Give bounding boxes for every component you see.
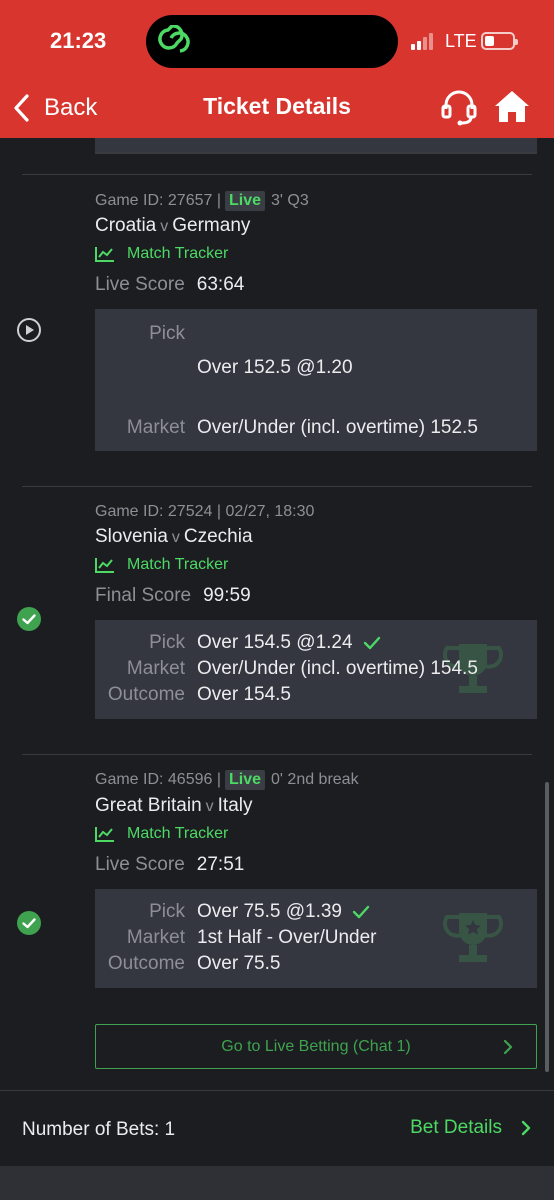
chevron-right-icon bbox=[521, 1120, 531, 1136]
pick-value: Over 75.5 @1.39 bbox=[197, 901, 342, 922]
pick-box: Pick Over 152.5 @1.20 Market Over/Under … bbox=[95, 309, 537, 451]
game-id: Game ID: 27524 | 02/27, 18:30 bbox=[95, 503, 314, 521]
check-circle-icon bbox=[17, 607, 41, 631]
app-logo-icon bbox=[158, 25, 190, 53]
game-id-text: Game ID: 27524 | 02/27, 18:30 bbox=[95, 503, 315, 520]
go-to-live-betting-button[interactable]: Go to Live Betting (Chat 1) bbox=[95, 1024, 537, 1069]
bet-details-link[interactable]: Bet Details bbox=[410, 1117, 532, 1139]
pick-box: Pick Over 154.5 @1.24 Market Over/Under … bbox=[95, 620, 537, 719]
team-home: Croatia bbox=[95, 215, 157, 236]
market-value: 1st Half - Over/Under bbox=[197, 927, 377, 948]
match-tracker-link[interactable]: Match Tracker bbox=[95, 245, 228, 263]
pick-value-wrap: Over 154.5 @1.24 bbox=[197, 632, 381, 654]
market-value: Over/Under (incl. overtime) 152.5 bbox=[197, 417, 478, 438]
score-label: Final Score bbox=[95, 585, 192, 606]
outcome-label: Outcome bbox=[107, 684, 185, 705]
live-badge: Live bbox=[225, 770, 266, 790]
match-teams: Great Britain v Italy bbox=[95, 795, 253, 817]
team-away: Czechia bbox=[183, 526, 253, 547]
market-label: Market bbox=[126, 658, 185, 679]
match-teams: Slovenia v Czechia bbox=[95, 526, 253, 548]
outcome-label: Outcome bbox=[107, 953, 185, 974]
scrollbar[interactable] bbox=[545, 782, 549, 1072]
chart-icon bbox=[95, 827, 114, 842]
status-bar: 21:23 LTE bbox=[0, 0, 554, 82]
game-id-text: Game ID: 27657 | bbox=[95, 192, 221, 209]
signal-icon bbox=[411, 32, 439, 50]
bet-details-label: Bet Details bbox=[410, 1117, 502, 1138]
chevron-right-icon bbox=[503, 1039, 513, 1055]
game-id: Game ID: 46596 | Live 0' 2nd break bbox=[95, 770, 359, 790]
previous-pick-box bbox=[95, 138, 537, 153]
market-label: Market bbox=[126, 417, 185, 438]
match-tracker-link[interactable]: Match Tracker bbox=[95, 556, 228, 574]
pick-value: Over 154.5 @1.24 bbox=[197, 632, 353, 653]
app-header: 21:23 LTE Back Ticket Details bbox=[0, 0, 554, 138]
game-clock: 3' Q3 bbox=[271, 192, 309, 209]
pick-label: Pick bbox=[149, 632, 185, 653]
score-value: 27:51 bbox=[196, 854, 245, 875]
match-tracker-label: Match Tracker bbox=[127, 245, 229, 262]
match-teams: Croatia v Germany bbox=[95, 215, 250, 237]
status-time: 21:23 bbox=[50, 28, 107, 53]
market-label: Market bbox=[126, 927, 185, 948]
check-icon bbox=[352, 905, 370, 919]
vs-label: v bbox=[160, 218, 169, 235]
match-tracker-label: Match Tracker bbox=[127, 825, 229, 842]
play-circle-icon bbox=[17, 318, 41, 342]
live-betting-label: Go to Live Betting (Chat 1) bbox=[221, 1037, 411, 1055]
pick-label: Pick bbox=[149, 323, 185, 344]
chart-icon bbox=[95, 558, 114, 573]
pick-box: Pick Over 75.5 @1.39 Market 1st Half - O… bbox=[95, 889, 537, 988]
bet-card: Game ID: 27524 | 02/27, 18:30 Slovenia v C… bbox=[0, 486, 554, 754]
team-away: Germany bbox=[172, 215, 251, 236]
match-tracker-label: Match Tracker bbox=[127, 556, 229, 573]
network-label: LTE bbox=[445, 31, 477, 51]
bet-card: Game ID: 27657 | Live 3' Q3 Croatia v Germ… bbox=[0, 174, 554, 486]
score-label: Live Score bbox=[95, 854, 185, 875]
trophy-icon bbox=[443, 913, 503, 962]
final-score: Final Score 99:59 bbox=[95, 585, 251, 607]
pick-value-wrap: Over 75.5 @1.39 bbox=[197, 901, 370, 923]
live-score: Live Score 63:64 bbox=[95, 274, 244, 296]
match-tracker-link[interactable]: Match Tracker bbox=[95, 825, 228, 843]
number-of-bets: Number of Bets: 1 bbox=[22, 1119, 176, 1140]
score-label: Live Score bbox=[95, 274, 185, 295]
vs-label: v bbox=[205, 798, 214, 815]
check-icon bbox=[363, 636, 380, 650]
dynamic-island bbox=[146, 15, 398, 68]
score-value: 63:64 bbox=[196, 274, 245, 295]
team-away: Italy bbox=[217, 795, 253, 816]
home-icon[interactable] bbox=[493, 88, 531, 124]
ticket-footer: Number of Bets: 1 Bet Details bbox=[0, 1090, 554, 1166]
bet-card: Game ID: 46596 | Live 0' 2nd break Great… bbox=[0, 754, 554, 1024]
pick-value: Over 152.5 @1.20 bbox=[197, 357, 353, 378]
pick-label: Pick bbox=[149, 901, 185, 922]
vs-label: v bbox=[171, 529, 180, 546]
check-circle-icon bbox=[17, 911, 41, 935]
live-badge: Live bbox=[225, 191, 266, 211]
ticket-content[interactable]: Game ID: 27657 | Live 3' Q3 Croatia v Germ… bbox=[0, 138, 554, 1090]
game-id-text: Game ID: 46596 | bbox=[95, 771, 221, 788]
team-home: Great Britain bbox=[95, 795, 202, 816]
game-clock: 0' 2nd break bbox=[271, 771, 359, 788]
team-home: Slovenia bbox=[95, 526, 168, 547]
bottom-bar bbox=[0, 1166, 554, 1200]
live-score: Live Score 27:51 bbox=[95, 854, 244, 876]
headset-icon[interactable] bbox=[440, 88, 478, 126]
battery-icon bbox=[481, 32, 518, 50]
game-id: Game ID: 27657 | Live 3' Q3 bbox=[95, 191, 309, 211]
score-value: 99:59 bbox=[203, 585, 251, 606]
chart-icon bbox=[95, 247, 114, 262]
market-value: Over/Under (incl. overtime) 154.5 bbox=[197, 658, 478, 679]
outcome-value: Over 75.5 bbox=[197, 953, 281, 974]
outcome-value: Over 154.5 bbox=[197, 684, 291, 705]
